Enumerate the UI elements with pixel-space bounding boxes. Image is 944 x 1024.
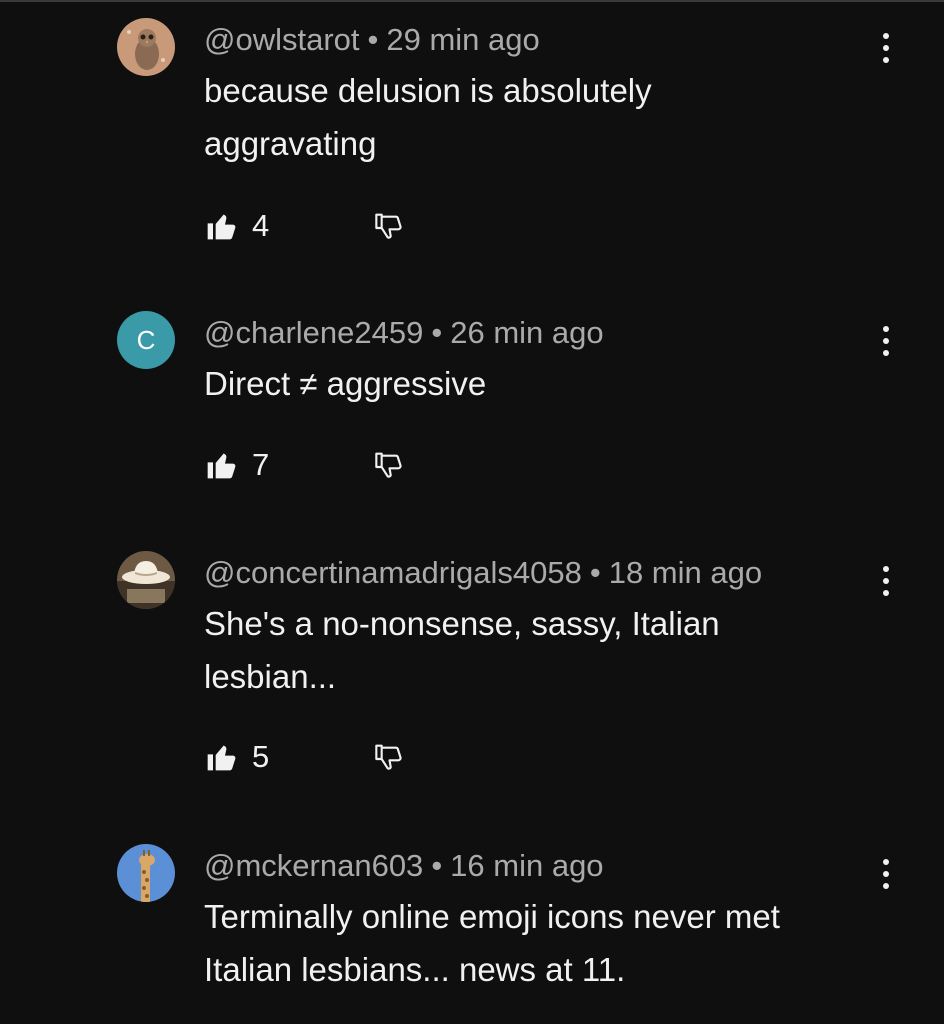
avatar-letter: C [136, 324, 156, 355]
comment-text: Terminally online emoji icons never met … [204, 898, 780, 988]
more-options-icon[interactable] [866, 28, 906, 68]
username[interactable]: @owlstarot [204, 22, 360, 57]
meta-separator: • [431, 315, 443, 350]
like-count: 7 [252, 447, 270, 482]
comment-meta: @mckernan603 • 16 min ago [204, 846, 604, 886]
comment-text: because delusion is absolutely aggravati… [204, 72, 652, 162]
username[interactable]: @mckernan603 [204, 848, 423, 883]
thumbs-up-icon[interactable] [204, 209, 238, 243]
timestamp: 29 min ago [386, 22, 540, 57]
letter-avatar[interactable]: C [117, 311, 175, 369]
thumbs-down-icon[interactable] [372, 209, 406, 243]
comment-actions: 4 [204, 206, 406, 246]
more-options-icon[interactable] [866, 854, 906, 894]
meta-separator: • [589, 555, 601, 590]
like-count: 5 [252, 739, 270, 774]
thumbs-up-icon[interactable] [204, 740, 238, 774]
comment-text: She's a no-nonsense, sassy, Italian lesb… [204, 605, 720, 695]
top-divider [0, 0, 944, 2]
username[interactable]: @charlene2459 [204, 315, 423, 350]
timestamp: 18 min ago [608, 555, 763, 590]
giraffe-avatar[interactable] [117, 844, 175, 902]
thumbs-up-icon[interactable] [204, 448, 238, 482]
comment-meta: @charlene2459 • 26 min ago [204, 313, 604, 353]
comment-meta: @owlstarot • 29 min ago [204, 20, 540, 60]
comment-actions: 5 [204, 737, 406, 777]
comment-actions: 7 [204, 445, 406, 485]
thumbs-down-icon[interactable] [372, 448, 406, 482]
comment-meta: @concertinamadrigals4058 • 18 min ago [204, 553, 762, 593]
timestamp: 16 min ago [450, 848, 604, 883]
comment-text: Direct ≠ aggressive [204, 365, 487, 402]
owl-avatar[interactable] [117, 18, 175, 76]
like-count: 4 [252, 208, 270, 243]
more-options-icon[interactable] [866, 321, 906, 361]
username[interactable]: @concertinamadrigals4058 [204, 555, 582, 590]
timestamp: 26 min ago [450, 315, 604, 350]
cowboy-hat-avatar[interactable] [117, 551, 175, 609]
more-options-icon[interactable] [866, 561, 906, 601]
meta-separator: • [367, 22, 379, 57]
meta-separator: • [431, 848, 443, 883]
thumbs-down-icon[interactable] [372, 740, 406, 774]
